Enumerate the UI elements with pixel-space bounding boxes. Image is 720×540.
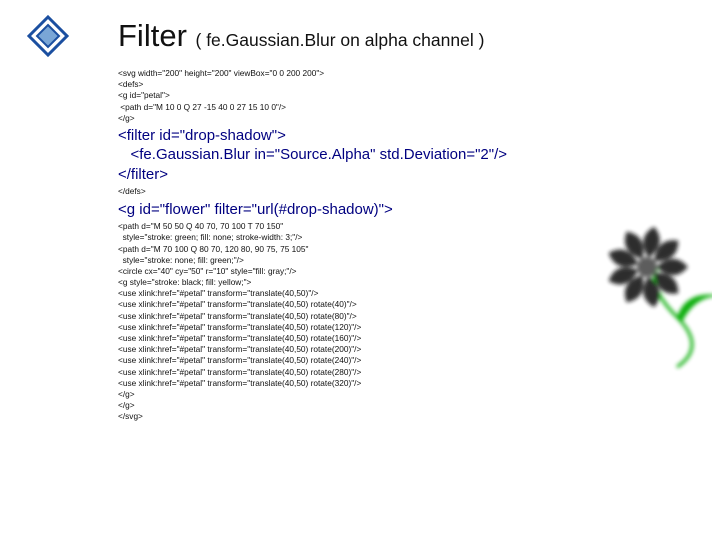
code-filter-block: <filter id="drop-shadow"> <fe.Gaussian.B… (118, 126, 680, 185)
title-sub: ( fe.Gaussian.Blur on alpha channel ) (196, 30, 485, 50)
title-main: Filter (118, 18, 196, 53)
code-svg-open: <svg width="200" height="200" viewBox="0… (118, 68, 680, 124)
code-defs-close: </defs> (118, 186, 680, 197)
bullet-icon (26, 14, 70, 58)
flower-illustration (592, 212, 712, 382)
slide-title: Filter ( fe.Gaussian.Blur on alpha chann… (118, 18, 680, 54)
